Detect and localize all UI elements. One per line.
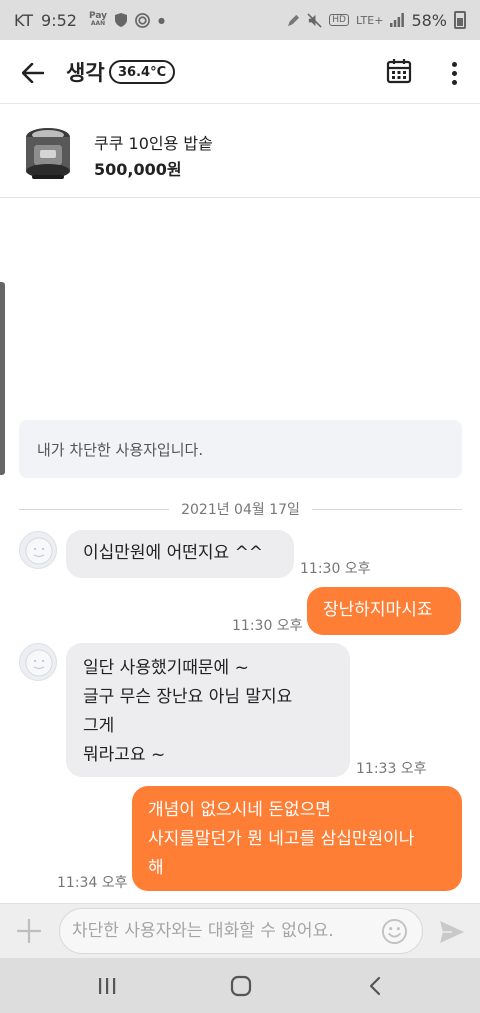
battery-icon	[454, 11, 466, 29]
mute-icon	[307, 12, 322, 28]
product-title: 쿠쿠 10인용 밥솥	[94, 134, 213, 153]
message-line: 그게	[83, 716, 115, 736]
schedule-button[interactable]	[386, 58, 416, 88]
message-time: 11:30 오후	[232, 618, 303, 634]
rice-cooker-thumbnail	[26, 128, 70, 179]
message-line: 개념이 없으시네 돈없으면	[148, 800, 331, 820]
avatar[interactable]	[19, 531, 57, 569]
message-time: 11:33 오후	[356, 761, 427, 777]
message-bubble-outgoing[interactable]: 장난하지마시죠	[307, 587, 461, 635]
send-icon	[440, 921, 464, 943]
message-text: 장난하지마시죠	[323, 600, 433, 620]
hd-badge: HD	[329, 14, 349, 26]
arrow-left-icon	[22, 63, 44, 83]
dot-icon	[451, 61, 457, 67]
clock: 9:52	[41, 10, 77, 30]
target-icon	[135, 12, 150, 28]
back-nav-button[interactable]	[360, 972, 390, 1000]
manner-temperature-badge: 36.4°C	[109, 60, 176, 84]
plus-icon	[16, 918, 42, 944]
pay-icon: Pay AAN	[89, 12, 107, 28]
smiley-icon	[381, 918, 408, 945]
message-line: 해	[148, 858, 164, 878]
network-label: LTE+	[355, 13, 384, 27]
system-navigation-bar	[0, 958, 480, 1013]
signal-icon	[390, 13, 405, 27]
back-button[interactable]	[18, 58, 48, 88]
message-time: 11:30 오후	[300, 561, 371, 577]
more-options-button[interactable]	[440, 58, 468, 88]
chevron-left-icon	[369, 976, 381, 996]
edge-panel-handle[interactable]	[0, 282, 5, 475]
date-divider: 2021년 04월 17일	[19, 498, 462, 520]
default-profile-icon	[25, 649, 53, 677]
default-profile-icon	[25, 537, 53, 565]
dot-icon	[451, 79, 457, 85]
send-button[interactable]	[438, 918, 466, 946]
avatar[interactable]	[19, 643, 57, 681]
home-icon	[230, 975, 252, 997]
calendar-icon	[386, 59, 412, 84]
status-bar: KT 9:52 Pay AAN ● HD LTE+ 58%	[0, 0, 480, 40]
message-line: 글구 무슨 장난요 아님 말지요	[83, 687, 293, 707]
pen-icon	[288, 14, 300, 26]
dot-icon	[451, 70, 457, 76]
product-price: 500,000원	[94, 160, 182, 179]
blocked-user-notice: 내가 차단한 사용자입니다.	[19, 420, 462, 478]
date-label: 2021년 04월 17일	[181, 502, 300, 518]
chat-partner-name[interactable]: 생각	[66, 57, 105, 87]
message-line: 사지를말던가 뭔 네고를 삼십만원이나	[148, 829, 415, 849]
battery-percent: 58%	[411, 10, 447, 30]
product-summary[interactable]: 쿠쿠 10인용 밥솥 500,000원	[0, 105, 480, 198]
dot-icon: ●	[158, 15, 165, 25]
pay-label: Pay	[88, 11, 107, 21]
pay-sub-label: AAN	[90, 20, 106, 27]
app-bar: 생각 36.4°C	[0, 40, 480, 104]
message-input-bar	[0, 903, 480, 958]
recents-icon	[99, 978, 116, 994]
message-line: 뭐라고요 ~	[83, 745, 166, 765]
emoji-button[interactable]	[381, 918, 408, 945]
recent-apps-button[interactable]	[92, 972, 122, 1000]
divider-line	[311, 508, 462, 510]
message-bubble-incoming[interactable]: 일단 사용했기때문에 ~ 글구 무슨 장난요 아님 말지요 그게 뭐라고요 ~	[66, 643, 350, 777]
attach-button[interactable]	[16, 918, 42, 944]
carrier-label: KT	[14, 10, 34, 30]
shield-icon	[115, 13, 127, 27]
message-time: 11:34 오후	[57, 875, 128, 891]
message-bubble-incoming[interactable]: 이십만원에 어떤지요 ^^	[66, 530, 294, 578]
message-bubble-outgoing[interactable]: 개념이 없으시네 돈없으면 사지를말던가 뭔 네고를 삼십만원이나 해	[132, 786, 462, 891]
divider-line	[19, 508, 170, 510]
home-button[interactable]	[226, 972, 256, 1000]
message-line: 일단 사용했기때문에 ~	[83, 658, 249, 678]
message-input[interactable]	[59, 908, 423, 954]
message-text: 이십만원에 어떤지요 ^^	[83, 543, 264, 563]
